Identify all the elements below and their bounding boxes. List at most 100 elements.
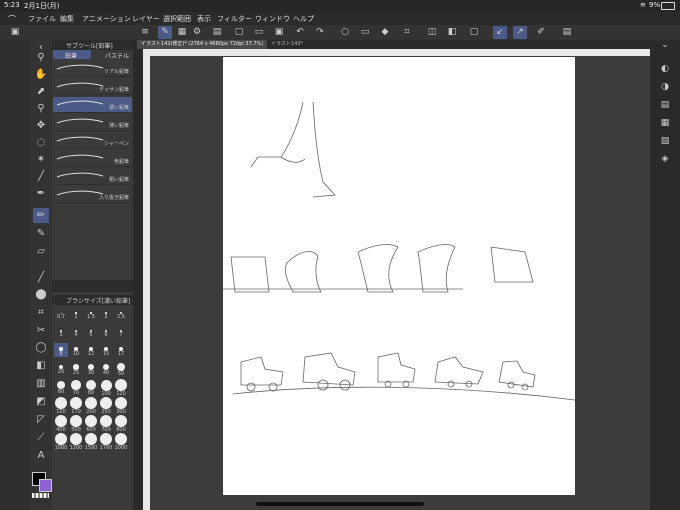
balloon-tool-icon[interactable]: ◯ <box>33 340 49 355</box>
new-page-icon[interactable]: ▢ <box>232 26 246 39</box>
tab-illust-142[interactable]: イラスト142(修正)* (2764 x 4680px 72dpi 37.7%) <box>137 40 268 49</box>
brush-size-option[interactable]: 700 <box>99 415 113 433</box>
text-tool-icon[interactable]: A <box>33 448 49 463</box>
brush-size-option[interactable]: 1 <box>69 307 83 320</box>
brush-size-option[interactable]: 17 <box>114 343 128 357</box>
brush-item[interactable]: シャーペン <box>53 133 132 149</box>
brush-size-option[interactable]: 25 <box>69 361 83 376</box>
menu-filter[interactable]: フィルター <box>217 14 252 24</box>
brush-size-option[interactable]: 100 <box>99 379 113 397</box>
lasso-tool-icon[interactable]: ◌ <box>33 135 49 150</box>
open-folder-icon[interactable]: ▭ <box>252 26 266 39</box>
brush-size-option[interactable]: 200 <box>84 397 98 415</box>
home-icon[interactable]: ▣ <box>8 26 22 39</box>
line-tool-icon[interactable]: ╱ <box>33 169 49 184</box>
menu-selection[interactable]: 選択範囲 <box>163 14 191 24</box>
transparent-color-swatch[interactable] <box>32 493 49 498</box>
subtool-group-pencil[interactable]: 鉛筆 <box>53 50 91 60</box>
brush-size-option[interactable]: 30 <box>84 361 98 376</box>
zoom-tool-icon[interactable]: ⚲ <box>33 50 49 65</box>
brush-size-option[interactable]: 1.5 <box>84 307 98 320</box>
menu-help[interactable]: ヘルプ <box>293 14 314 24</box>
collapse-panel-icon[interactable]: ⌄ <box>658 40 672 52</box>
canvas-paper[interactable] <box>223 57 576 495</box>
tab-illust-143[interactable]: イラスト143* <box>267 40 307 49</box>
save-icon[interactable]: ▣ <box>272 26 286 39</box>
object-tool-icon[interactable]: ⬈ <box>33 84 49 99</box>
material-icon[interactable]: ▤ <box>658 100 672 112</box>
brush-size-option[interactable]: 1700 <box>99 433 113 451</box>
redo-icon[interactable]: ↷ <box>313 26 327 39</box>
brush-tool-icon[interactable]: ✎ <box>33 226 49 241</box>
brush-size-option[interactable]: 500 <box>69 415 83 433</box>
brush-size-option[interactable]: 300 <box>114 397 128 415</box>
new-file-icon[interactable]: ▤ <box>210 26 224 39</box>
brush-item[interactable]: 粗い鉛筆 <box>53 169 132 185</box>
app-logo-icon[interactable]: ⌒ <box>8 14 16 25</box>
mask-icon[interactable]: ▢ <box>467 26 481 39</box>
brush-size-option[interactable]: 8 <box>54 343 68 357</box>
fill-icon[interactable]: ◆ <box>378 26 392 39</box>
eraser-tool-icon[interactable]: ▱ <box>33 244 49 259</box>
blend-tool-icon[interactable]: ╱ <box>33 270 49 285</box>
brush-size-option[interactable]: 60 <box>54 379 68 395</box>
rectangle-icon[interactable]: ▭ <box>358 26 372 39</box>
brush-item[interactable]: リアル鉛筆 <box>53 61 132 77</box>
paint-tool-icon[interactable]: ◧ <box>33 358 49 373</box>
brush-item[interactable]: 濃い鉛筆 <box>53 97 132 113</box>
brush-size-option[interactable]: 150 <box>54 397 68 415</box>
menu-animation[interactable]: アニメーション <box>82 14 131 24</box>
brush-size-option[interactable]: 4 <box>69 325 83 338</box>
brush-size-option[interactable]: 600 <box>84 415 98 433</box>
brush-item[interactable]: 入り抜き鉛筆 <box>53 187 132 203</box>
brush-item[interactable]: 色鉛筆 <box>53 151 132 167</box>
fill-tool-icon[interactable]: ⬤ <box>33 287 49 302</box>
document-icon[interactable]: ▤ <box>560 26 574 39</box>
brush-size-option[interactable]: 6 <box>99 325 113 338</box>
frame-tool-icon[interactable]: ◩ <box>33 394 49 409</box>
brush-size-option[interactable]: 80 <box>84 379 98 396</box>
sub-color-swatch[interactable] <box>39 479 52 492</box>
brush-size-option[interactable]: 1500 <box>84 433 98 451</box>
brush-size-option[interactable]: 2000 <box>114 433 128 451</box>
menu-icon[interactable]: ≡ <box>138 26 152 39</box>
menu-file[interactable]: ファイル <box>28 14 56 24</box>
circle-icon[interactable]: ○ <box>338 26 352 39</box>
brush-size-option[interactable]: 15 <box>99 343 113 357</box>
brush-size-option[interactable]: 120 <box>114 379 128 397</box>
gradient-tool-icon[interactable]: ⌗ <box>33 305 49 320</box>
hand-tool-icon[interactable]: ✋ <box>33 67 49 82</box>
brush-size-option[interactable]: 5 <box>84 325 98 338</box>
layers-icon[interactable]: ◈ <box>658 154 672 166</box>
ruler-icon[interactable]: ◧ <box>445 26 459 39</box>
brush-size-option[interactable]: 400 <box>54 415 68 433</box>
brush-size-option[interactable]: 40 <box>99 361 113 376</box>
ruler-tool-icon[interactable]: ◸ <box>33 412 49 427</box>
brush-size-option[interactable]: 7 <box>114 325 128 338</box>
color-fill-icon[interactable]: ▥ <box>33 376 49 391</box>
menu-layer[interactable]: レイヤー <box>132 14 160 24</box>
color-history-icon[interactable]: ◑ <box>658 82 672 94</box>
brush-size-option[interactable]: 1000 <box>54 433 68 451</box>
brush-size-option[interactable]: 50 <box>114 361 128 377</box>
brush-size-option[interactable]: 20 <box>54 361 68 375</box>
menu-edit[interactable]: 編集 <box>60 14 74 24</box>
color-icon[interactable]: ▦ <box>175 26 189 39</box>
subtool-group-pastel[interactable]: パステル <box>93 50 131 60</box>
menu-view[interactable]: 表示 <box>197 14 211 24</box>
color-wheel-icon[interactable]: ◐ <box>658 64 672 76</box>
tool-settings-icon[interactable]: ✎ <box>158 26 172 39</box>
brush-size-option[interactable]: 170 <box>69 397 83 415</box>
brush-size-option[interactable]: 70 <box>69 379 83 396</box>
pencil-tool-icon[interactable]: ✏ <box>33 208 49 223</box>
brush-size-option[interactable]: 1200 <box>69 433 83 451</box>
wand-tool-icon[interactable]: ✶ <box>33 152 49 167</box>
menu-window[interactable]: ウィンドウ <box>255 14 290 24</box>
brush-item[interactable]: 薄い鉛筆 <box>53 115 132 131</box>
undo-icon[interactable]: ↶ <box>293 26 307 39</box>
stroke-icon[interactable]: ↙ <box>493 26 507 39</box>
pen-tool-icon[interactable]: ✒ <box>33 186 49 201</box>
pen-pressure-icon[interactable]: ✐ <box>534 26 548 39</box>
brush-size-option[interactable]: 800 <box>114 415 128 433</box>
navigator-icon[interactable]: ▦ <box>658 118 672 130</box>
